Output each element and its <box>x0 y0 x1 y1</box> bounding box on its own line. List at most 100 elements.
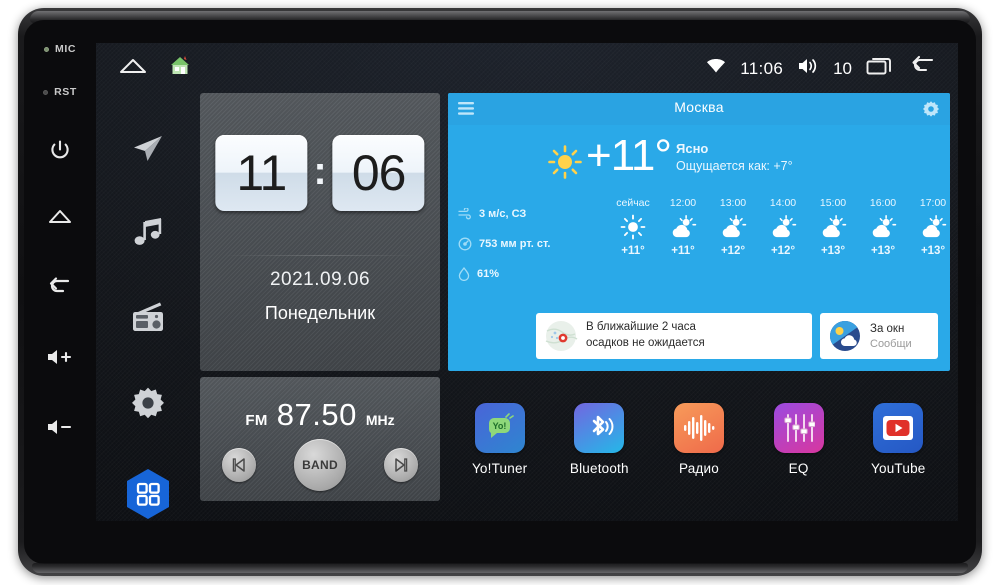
clock-minutes: 06 <box>351 145 407 201</box>
hourly-time: 14:00 <box>769 197 797 209</box>
navigation-arrow-icon <box>134 136 162 161</box>
recent-apps-icon <box>866 58 891 75</box>
back-button[interactable] <box>26 252 94 322</box>
reset-button[interactable]: RST <box>26 66 94 118</box>
volume-down-icon <box>48 420 72 434</box>
clock-hours-tile: 11 <box>215 135 308 211</box>
sun-cloud-icon <box>822 215 847 238</box>
next-station-icon <box>395 458 408 472</box>
sidebar-item-apps[interactable] <box>121 467 175 521</box>
bluetooth-icon <box>574 402 625 453</box>
radio-prev-button[interactable] <box>222 448 256 482</box>
yotuner-icon: Yo! <box>474 402 525 453</box>
hourly-time: 12:00 <box>669 197 697 209</box>
weather-humidity-value: 61% <box>477 268 500 280</box>
weather-hourly-forecast: сейчас +11° 12:00 +11° 13:00 +12° 14:00 … <box>608 197 950 257</box>
radar-map-icon <box>545 321 578 351</box>
volume-down-button[interactable] <box>26 392 94 462</box>
statusbar-clock: 11:06 <box>740 58 784 78</box>
power-button[interactable] <box>26 118 94 182</box>
hourly-time: 17:00 <box>919 197 947 209</box>
radio-next-button[interactable] <box>384 448 418 482</box>
radio-widget[interactable]: FM 87.50 MHz BAND <box>200 377 440 501</box>
hourly-icon <box>758 209 808 245</box>
weather-card-title: За окн <box>870 323 905 336</box>
statusbar-back-button[interactable] <box>908 55 938 82</box>
weather-card-text: За окн Сообщи <box>870 322 912 350</box>
statusbar-home-button[interactable] <box>118 55 148 82</box>
prev-station-icon <box>232 458 245 472</box>
mic-indicator: MIC <box>26 32 94 66</box>
sidebar-item-radio[interactable] <box>120 297 176 339</box>
hourly-item: 12:00 +11° <box>658 197 708 257</box>
volume-up-button[interactable] <box>26 322 94 392</box>
hourly-icon <box>908 209 950 245</box>
app-shortcut-bluetooth[interactable]: Bluetooth <box>551 402 647 476</box>
sidebar-item-navigation[interactable] <box>120 127 176 169</box>
home-outline-icon <box>120 59 146 73</box>
weather-current: +11° Ясно Ощущается как: +7° <box>448 125 950 197</box>
weather-header: Москва <box>448 93 950 125</box>
weather-card-text: В ближайшие 2 часа осадков не ожидается <box>586 320 705 351</box>
app-shortcut-radio[interactable]: Радио <box>651 402 747 476</box>
waveform-glyph-icon <box>683 414 715 441</box>
hourly-item: сейчас +11° <box>608 197 658 257</box>
youtube-glyph-icon <box>883 415 914 440</box>
clock-minutes-tile: 06 <box>332 135 425 211</box>
app-shortcut-yotuner[interactable]: Yo! Yo!Tuner <box>452 402 548 476</box>
hourly-icon <box>708 209 758 245</box>
sun-cloud-icon <box>872 215 897 238</box>
hourly-item: 16:00 +13° <box>858 197 908 257</box>
weather-card-title: В ближайшие 2 часа <box>586 321 696 334</box>
hourly-temp: +12° <box>770 245 796 257</box>
statusbar-volume-icon[interactable] <box>797 57 819 80</box>
head-unit-device: MIC RST 11:06 10 11: 06 2021.09.06 Поне… <box>18 8 982 576</box>
touchscreen[interactable]: 11:06 10 11: 06 2021.09.06 Понедельник … <box>96 43 958 521</box>
clock-weekday: Понедельник <box>264 303 376 323</box>
sidebar-item-settings[interactable] <box>120 382 176 424</box>
clock-hours: 11 <box>236 145 287 201</box>
youtube-icon <box>873 402 924 453</box>
gear-icon <box>923 101 939 117</box>
app-shortcut-row: Yo! Yo!Tuner Bluetooth Радио EQ YouTube <box>448 377 950 501</box>
recent-apps-button[interactable] <box>866 56 894 81</box>
flip-clock: 11 : 06 <box>215 135 425 211</box>
app-label: Yo!Tuner <box>471 460 528 476</box>
weather-city: Москва <box>674 99 724 115</box>
app-shortcut-youtube[interactable]: YouTube <box>850 402 946 476</box>
radio-unit: MHz <box>365 412 395 428</box>
waveform-icon <box>673 402 724 453</box>
volume-icon <box>799 59 817 73</box>
back-icon <box>49 277 70 293</box>
weather-precipitation-card[interactable]: В ближайшие 2 часа осадков не ожидается <box>536 313 812 359</box>
radio-controls: BAND <box>200 439 440 491</box>
sun-cloud-icon <box>722 215 747 238</box>
home-widget-area: 11 : 06 2021.09.06 Понедельник FM 87.50 … <box>200 93 950 511</box>
hourly-temp: +11° <box>671 245 695 257</box>
app-shortcut-eq[interactable]: EQ <box>751 402 847 476</box>
sidebar-item-music[interactable] <box>120 212 176 254</box>
hourly-temp: +13° <box>820 245 846 257</box>
radio-frequency-row: FM 87.50 MHz <box>200 397 440 433</box>
hourly-icon <box>858 209 908 245</box>
app-sidebar <box>96 97 200 521</box>
mic-led-icon <box>43 46 49 52</box>
home-button[interactable] <box>26 182 94 252</box>
clock-colon: : <box>313 149 327 193</box>
weather-feels-like: Ощущается как: +7° <box>676 159 793 173</box>
weather-widget[interactable]: Москва +11° Ясно Ощущается как: +7° 3 м/… <box>448 93 950 371</box>
weather-metric-humidity: 61% <box>458 259 608 289</box>
clock-widget[interactable]: 11 : 06 2021.09.06 Понедельник <box>200 93 440 371</box>
radio-band-button[interactable]: BAND <box>294 439 346 491</box>
back-arrow-icon <box>912 55 934 72</box>
statusbar-house-button[interactable] <box>168 54 192 83</box>
reset-label: RST <box>54 86 77 98</box>
radio-band-label: FM <box>245 412 268 429</box>
weather-outside-card[interactable]: За окн Сообщи <box>820 313 938 359</box>
hourly-item: 17:00 +13° <box>908 197 950 257</box>
hourly-temp: +13° <box>920 245 946 257</box>
weather-wind-value: 3 м/с, СЗ <box>479 208 527 220</box>
hourly-time: 13:00 <box>719 197 747 209</box>
home-icon <box>49 210 71 223</box>
weather-settings-button[interactable] <box>922 100 940 123</box>
